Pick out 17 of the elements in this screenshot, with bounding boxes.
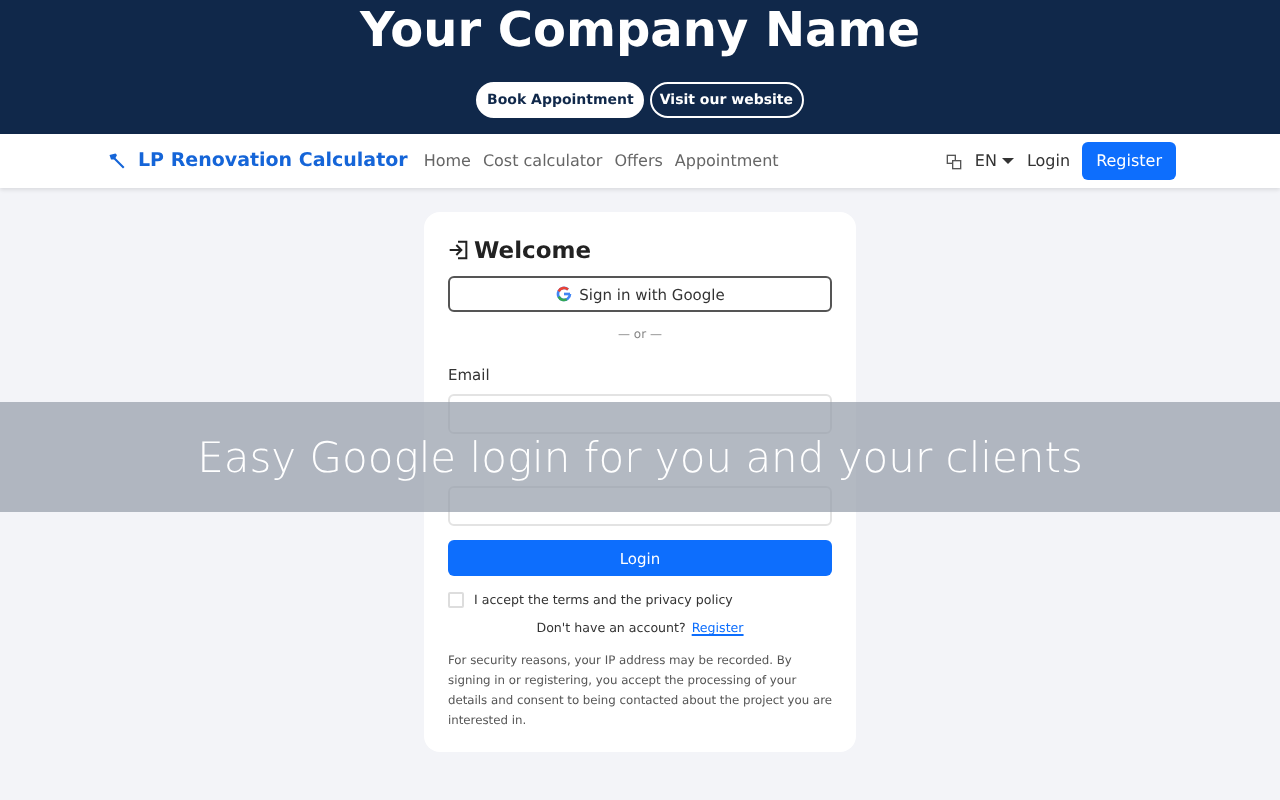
caret-icon	[1002, 156, 1015, 166]
login-link[interactable]: Login	[1026, 152, 1071, 170]
caption-text: Easy Google login for you and your clients	[197, 433, 1083, 481]
nav-link[interactable]: Appointment	[674, 152, 779, 170]
hammer-icon	[108, 152, 126, 170]
language-dropdown[interactable]: EN	[974, 152, 997, 170]
translate-icon	[946, 153, 963, 169]
terms-checkbox[interactable]	[448, 592, 464, 608]
card-title: Welcome	[474, 236, 592, 264]
company-name: Your Company Name	[359, 0, 921, 60]
google-icon	[555, 286, 572, 302]
brand-link[interactable]: LP Renovation Calculator	[138, 150, 408, 172]
nav-link[interactable]: Home	[423, 152, 471, 170]
nav-link[interactable]: Offers	[614, 152, 663, 170]
nav-link[interactable]: Cost calculator	[482, 152, 603, 170]
register-button[interactable]: Register	[1082, 142, 1176, 180]
login-icon	[448, 240, 468, 260]
